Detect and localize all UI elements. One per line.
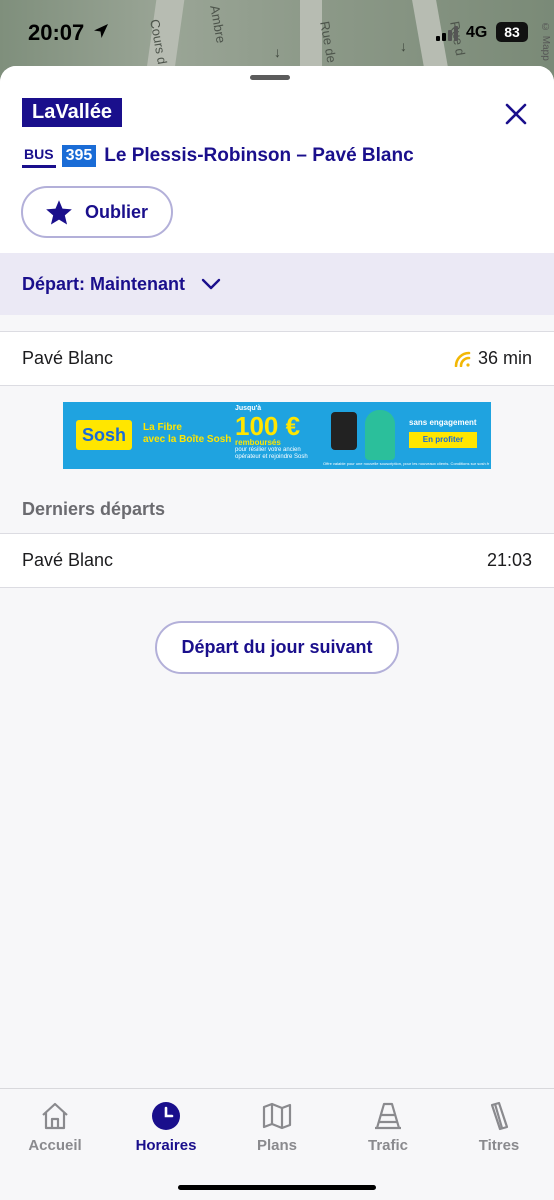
line-info: BUS 395 Le Plessis-Robinson – Pavé Blanc xyxy=(22,143,414,169)
location-arrow-icon xyxy=(94,24,108,38)
departure-row[interactable]: Pavé Blanc 36 min xyxy=(0,331,554,386)
forget-label: Oublier xyxy=(85,201,149,222)
forget-favorite-button[interactable]: Oublier xyxy=(21,186,173,238)
status-bar: 20:07 4G 83 © Mapp xyxy=(0,0,554,66)
ad-refunded: remboursés xyxy=(235,438,281,447)
schedule-sheet: LaVallée BUS 395 Le Plessis-Robinson – P… xyxy=(0,66,554,1200)
realtime-signal-icon xyxy=(454,351,471,367)
network-brand-logo: LaVallée xyxy=(22,98,123,127)
next-day-departure-button[interactable]: Départ du jour suivant xyxy=(155,621,399,674)
tab-label: Plans xyxy=(256,1137,298,1154)
clock-icon xyxy=(152,1102,180,1130)
sosh-logo: Sosh xyxy=(76,420,133,450)
battery-icon: 83 xyxy=(496,22,528,42)
home-icon xyxy=(42,1102,68,1130)
departure-time-label: Départ: Maintenant xyxy=(22,273,186,294)
departure-time-selector[interactable]: Départ: Maintenant xyxy=(0,253,554,315)
tab-trafic[interactable]: Trafic xyxy=(333,1101,443,1154)
line-number-badge: 395 xyxy=(61,145,97,167)
network-type: 4G xyxy=(466,24,488,41)
ad-tagline: La Fibre avec la Boîte Sosh xyxy=(143,422,232,445)
departure-eta: 36 min xyxy=(454,348,532,369)
tab-plans[interactable]: Plans xyxy=(222,1101,332,1154)
status-time: 20:07 xyxy=(28,20,85,45)
ad-legal: Offre valable pour une nouvelle souscrip… xyxy=(323,461,490,466)
tab-bar: Accueil Horaires Plans Trafic Titres xyxy=(0,1088,554,1200)
close-icon[interactable] xyxy=(502,100,530,128)
chevron-down-icon xyxy=(201,278,221,290)
star-icon xyxy=(46,199,72,225)
livebox-image xyxy=(331,412,357,450)
last-departure-destination: Pavé Blanc xyxy=(22,550,114,570)
home-indicator[interactable] xyxy=(178,1185,376,1190)
traffic-cone-icon xyxy=(375,1102,401,1130)
departure-eta-value: 36 min xyxy=(477,348,532,368)
tab-titres[interactable]: Titres xyxy=(444,1101,554,1154)
bus-mode-tag: BUS xyxy=(22,145,56,168)
sheet-header: LaVallée BUS 395 Le Plessis-Robinson – P… xyxy=(0,66,554,253)
sosh-advertisement-banner[interactable]: Sosh La Fibre avec la Boîte Sosh Jusqu'à… xyxy=(63,402,491,469)
departure-destination: Pavé Blanc xyxy=(22,348,114,368)
mascot-image xyxy=(365,410,395,460)
ticket-icon xyxy=(490,1101,509,1131)
tab-label: Titres xyxy=(478,1137,520,1154)
cellular-signal-icon xyxy=(436,25,460,41)
sheet-grabber[interactable] xyxy=(250,75,290,80)
tab-label: Horaires xyxy=(135,1137,197,1154)
last-departure-time: 21:03 xyxy=(486,550,532,570)
ad-no-commitment: sans engagement xyxy=(409,418,477,427)
ad-cta-button[interactable]: En profiter xyxy=(409,432,477,448)
last-departures-title: Derniers départs xyxy=(22,499,166,519)
tab-label: Trafic xyxy=(367,1137,409,1154)
map-credit: © Mapp xyxy=(540,22,551,61)
tab-accueil[interactable]: Accueil xyxy=(0,1101,110,1154)
last-departure-row[interactable]: Pavé Blanc 21:03 xyxy=(0,533,554,588)
ad-details: pour résilier votre ancien opérateur et … xyxy=(235,447,308,460)
map-icon xyxy=(262,1102,292,1130)
route-name: Le Plessis-Robinson – Pavé Blanc xyxy=(104,145,414,166)
tab-label: Accueil xyxy=(28,1137,82,1154)
tab-horaires[interactable]: Horaires xyxy=(111,1101,221,1154)
